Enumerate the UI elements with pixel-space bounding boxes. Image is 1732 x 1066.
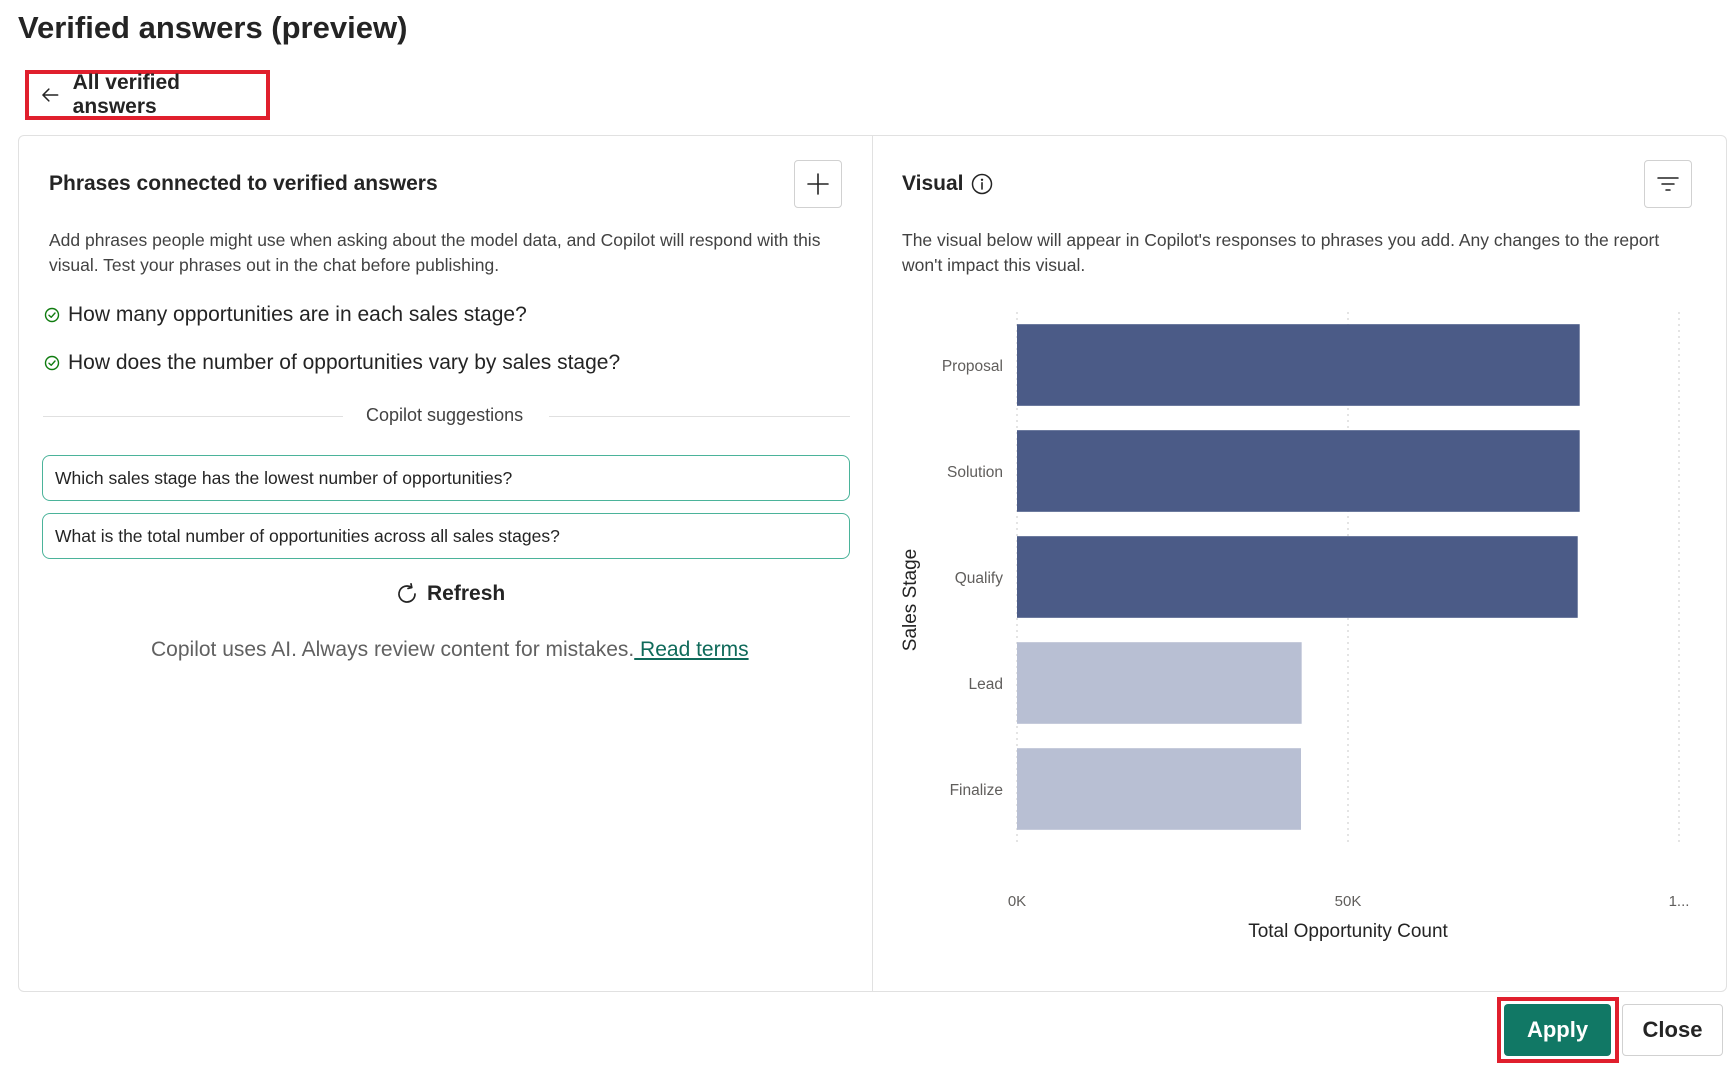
visual-description: The visual below will appear in Copilot'…	[902, 230, 1660, 275]
x-axis-title: Total Opportunity Count	[1248, 921, 1448, 942]
refresh-suggestions-button[interactable]: Refresh	[395, 582, 505, 606]
panel-divider	[872, 136, 873, 991]
category-label: Qualify	[955, 570, 1003, 587]
chart-bar[interactable]	[1017, 324, 1580, 406]
info-icon[interactable]	[971, 173, 993, 195]
phrase-item[interactable]: How many opportunities are in each sales…	[44, 303, 527, 327]
visual-panel-title: Visual	[902, 172, 993, 196]
phrases-panel-title: Phrases connected to verified answers	[49, 172, 438, 195]
add-phrase-button[interactable]	[794, 160, 842, 208]
chart-bar[interactable]	[1017, 748, 1301, 830]
category-label: Lead	[969, 676, 1003, 693]
plus-icon	[807, 173, 829, 195]
check-circle-icon	[44, 355, 60, 371]
refresh-icon	[398, 582, 416, 603]
x-tick-label: 50K	[1335, 893, 1362, 910]
apply-button[interactable]: Apply	[1504, 1004, 1611, 1056]
chart-bar[interactable]	[1017, 536, 1578, 618]
ai-disclaimer: Copilot uses AI. Always review content f…	[151, 638, 749, 662]
filter-button[interactable]	[1644, 160, 1692, 208]
visual-title-text: Visual	[902, 172, 964, 195]
phrase-item[interactable]: How does the number of opportunities var…	[44, 351, 620, 375]
phrase-text: How many opportunities are in each sales…	[68, 303, 527, 326]
page-title: Verified answers (preview)	[18, 10, 408, 45]
category-label: Finalize	[950, 782, 1003, 799]
x-tick-label: 1...	[1669, 893, 1690, 910]
suggestion-chip[interactable]: Which sales stage has the lowest number …	[42, 455, 850, 501]
category-label: Proposal	[942, 358, 1003, 375]
copilot-suggestions-label: Copilot suggestions	[366, 405, 524, 425]
suggestions-divider-right	[549, 416, 850, 417]
back-link-label: All verified answers	[72, 71, 181, 118]
read-terms-link[interactable]: Read terms	[634, 638, 749, 661]
suggestion-chip[interactable]: What is the total number of opportunitie…	[42, 513, 850, 559]
phrases-description: Add phrases people might use when asking…	[49, 230, 821, 275]
category-label: Solution	[947, 464, 1003, 481]
y-axis-title: Sales Stage	[900, 549, 921, 651]
arrow-left-icon	[42, 88, 59, 102]
chart-bar[interactable]	[1017, 642, 1302, 724]
chart-bar[interactable]	[1017, 430, 1580, 512]
opportunity-bar-chart[interactable]: Proposal Solution Qualify Lead Finalize 0K 50K…	[880, 300, 1700, 960]
x-tick-label: 0K	[1008, 893, 1026, 910]
phrase-text: How does the number of opportunities var…	[68, 351, 621, 374]
disclaimer-text: Copilot uses AI. Always review content f…	[151, 638, 635, 661]
close-button[interactable]: Close	[1622, 1004, 1723, 1056]
check-circle-icon	[44, 307, 60, 323]
back-to-all-verified-answers-link[interactable]: All verified answers	[25, 70, 270, 120]
suggestions-divider-left	[43, 416, 343, 417]
refresh-label: Refresh	[427, 582, 506, 605]
filter-icon	[1657, 177, 1679, 191]
